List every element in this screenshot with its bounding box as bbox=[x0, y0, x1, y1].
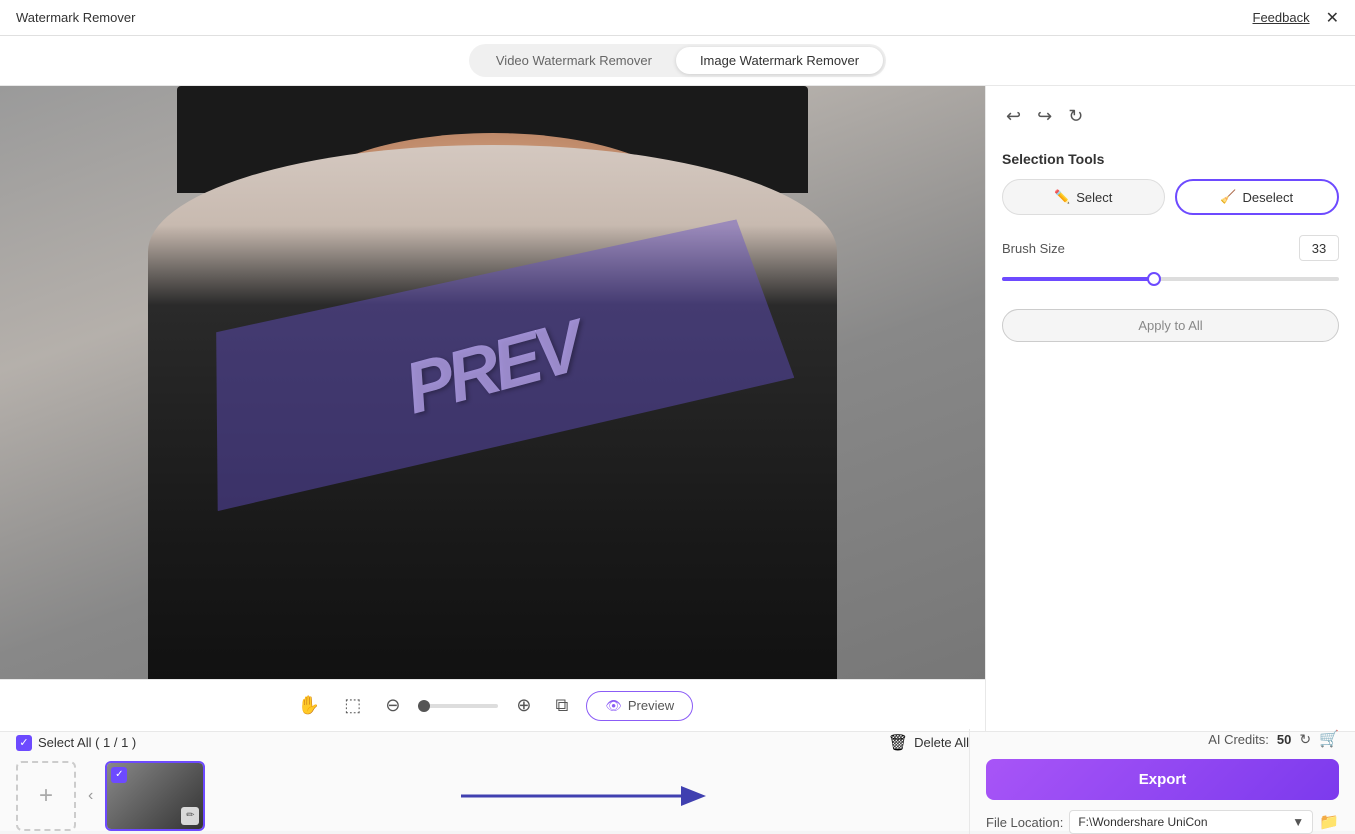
delete-all-button[interactable]: 🗑 Delete All bbox=[888, 733, 969, 753]
select-all-label: Select All ( 1 / 1 ) bbox=[38, 735, 136, 750]
bottom-right: AI Credits: 50 ↻ 🛒 Export File Location:… bbox=[969, 729, 1339, 834]
zoom-out-button[interactable]: ⊖ bbox=[379, 689, 406, 722]
add-image-button[interactable]: + bbox=[16, 761, 76, 831]
title-bar-actions: Feedback ✕ bbox=[1253, 8, 1340, 28]
arrow-graphic bbox=[461, 771, 721, 821]
title-bar: Watermark Remover Feedback ✕ bbox=[0, 0, 1355, 36]
file-location-label: File Location: bbox=[986, 815, 1063, 830]
thumb-edit-icon[interactable]: ✏ bbox=[181, 807, 199, 825]
select-all-checkbox[interactable] bbox=[16, 735, 32, 751]
canvas-toolbar: ✋ ⬚ ⊖ ⊕ ⧉ 👁 Preview bbox=[0, 679, 985, 731]
selection-tools-row: ✏️ Select 🧹 Deselect bbox=[1002, 179, 1339, 215]
apply-to-all-button[interactable]: Apply to All bbox=[1002, 309, 1339, 342]
brush-value: 33 bbox=[1299, 235, 1339, 261]
thumb-checkbox bbox=[111, 767, 127, 783]
tab-video[interactable]: Video Watermark Remover bbox=[472, 47, 676, 74]
zoom-slider[interactable] bbox=[418, 704, 498, 708]
split-view-button[interactable]: ⧉ bbox=[550, 689, 575, 722]
select-all-row: Select All ( 1 / 1 ) bbox=[16, 735, 136, 751]
eye-icon: 👁 bbox=[605, 698, 622, 714]
feedback-link[interactable]: Feedback bbox=[1253, 10, 1310, 25]
bottom-left: Select All ( 1 / 1 ) 🗑 Delete All + ‹ ✏ bbox=[16, 733, 969, 831]
tab-group: Video Watermark Remover Image Watermark … bbox=[469, 44, 886, 77]
brush-track bbox=[1002, 277, 1339, 281]
preview-button[interactable]: 👁 Preview bbox=[586, 691, 693, 721]
ai-credits-label: AI Credits: bbox=[1208, 732, 1269, 747]
undo-button[interactable]: ↩ bbox=[1002, 102, 1025, 131]
zoom-in-button[interactable]: ⊕ bbox=[510, 689, 537, 722]
selection-tools-label: Selection Tools bbox=[1002, 151, 1339, 167]
close-button[interactable]: ✕ bbox=[1326, 8, 1339, 28]
history-row: ↩ ↪ ↻ bbox=[1002, 102, 1339, 131]
select-button[interactable]: ✏️ Select bbox=[1002, 179, 1165, 215]
watermark-text: PREV bbox=[397, 305, 588, 430]
tab-image[interactable]: Image Watermark Remover bbox=[676, 47, 883, 74]
export-button[interactable]: Export bbox=[986, 759, 1339, 800]
dropdown-icon[interactable]: ▼ bbox=[1292, 815, 1304, 829]
redo-button[interactable]: ↪ bbox=[1033, 102, 1056, 131]
photo-canvas: PREV bbox=[0, 86, 985, 679]
tab-bar: Video Watermark Remover Image Watermark … bbox=[0, 36, 1355, 86]
arrow-container bbox=[213, 771, 969, 821]
brush-header: Brush Size 33 bbox=[1002, 235, 1339, 261]
zoom-slider-container bbox=[418, 704, 498, 708]
right-panel: ↩ ↪ ↻ Selection Tools ✏️ Select 🧹 Desele… bbox=[985, 86, 1355, 731]
deselect-button[interactable]: 🧹 Deselect bbox=[1175, 179, 1340, 215]
thumb-prev-button[interactable]: ‹ bbox=[84, 783, 97, 809]
cart-icon[interactable]: 🛒 bbox=[1319, 729, 1339, 749]
file-location-row: File Location: F:\Wondershare UniCon ▼ 📁 bbox=[986, 810, 1339, 834]
brush-fill bbox=[1002, 277, 1154, 281]
bottom-panel: Select All ( 1 / 1 ) 🗑 Delete All + ‹ ✏ bbox=[0, 731, 1355, 831]
refresh-button[interactable]: ↻ bbox=[1064, 102, 1087, 131]
brush-section: Brush Size 33 bbox=[1002, 235, 1339, 289]
brush-size-label: Brush Size bbox=[1002, 241, 1065, 256]
image-container[interactable]: PREV bbox=[0, 86, 985, 679]
file-location-value[interactable]: F:\Wondershare UniCon ▼ bbox=[1069, 810, 1313, 834]
credits-refresh-icon[interactable]: ↻ bbox=[1299, 731, 1311, 748]
folder-icon[interactable]: 📁 bbox=[1319, 812, 1339, 832]
trash-icon: 🗑 bbox=[888, 733, 908, 753]
eraser-icon: 🧹 bbox=[1220, 189, 1236, 205]
canvas-area: PREV ✋ ⬚ ⊖ ⊕ ⧉ 👁 Preview bbox=[0, 86, 985, 731]
select-rect-button[interactable]: ⬚ bbox=[338, 689, 367, 722]
main-content: PREV ✋ ⬚ ⊖ ⊕ ⧉ 👁 Preview ↩ ↪ ↻ Selec bbox=[0, 86, 1355, 731]
pan-tool-button[interactable]: ✋ bbox=[292, 689, 326, 722]
brush-thumb[interactable] bbox=[1147, 272, 1161, 286]
brush-slider-container bbox=[1002, 269, 1339, 289]
credits-count: 50 bbox=[1277, 732, 1291, 747]
credits-row: AI Credits: 50 ↻ 🛒 bbox=[986, 729, 1339, 749]
pencil-icon: ✏️ bbox=[1054, 189, 1070, 205]
thumbnail-item[interactable]: ✏ bbox=[105, 761, 205, 831]
app-title: Watermark Remover bbox=[16, 10, 135, 25]
